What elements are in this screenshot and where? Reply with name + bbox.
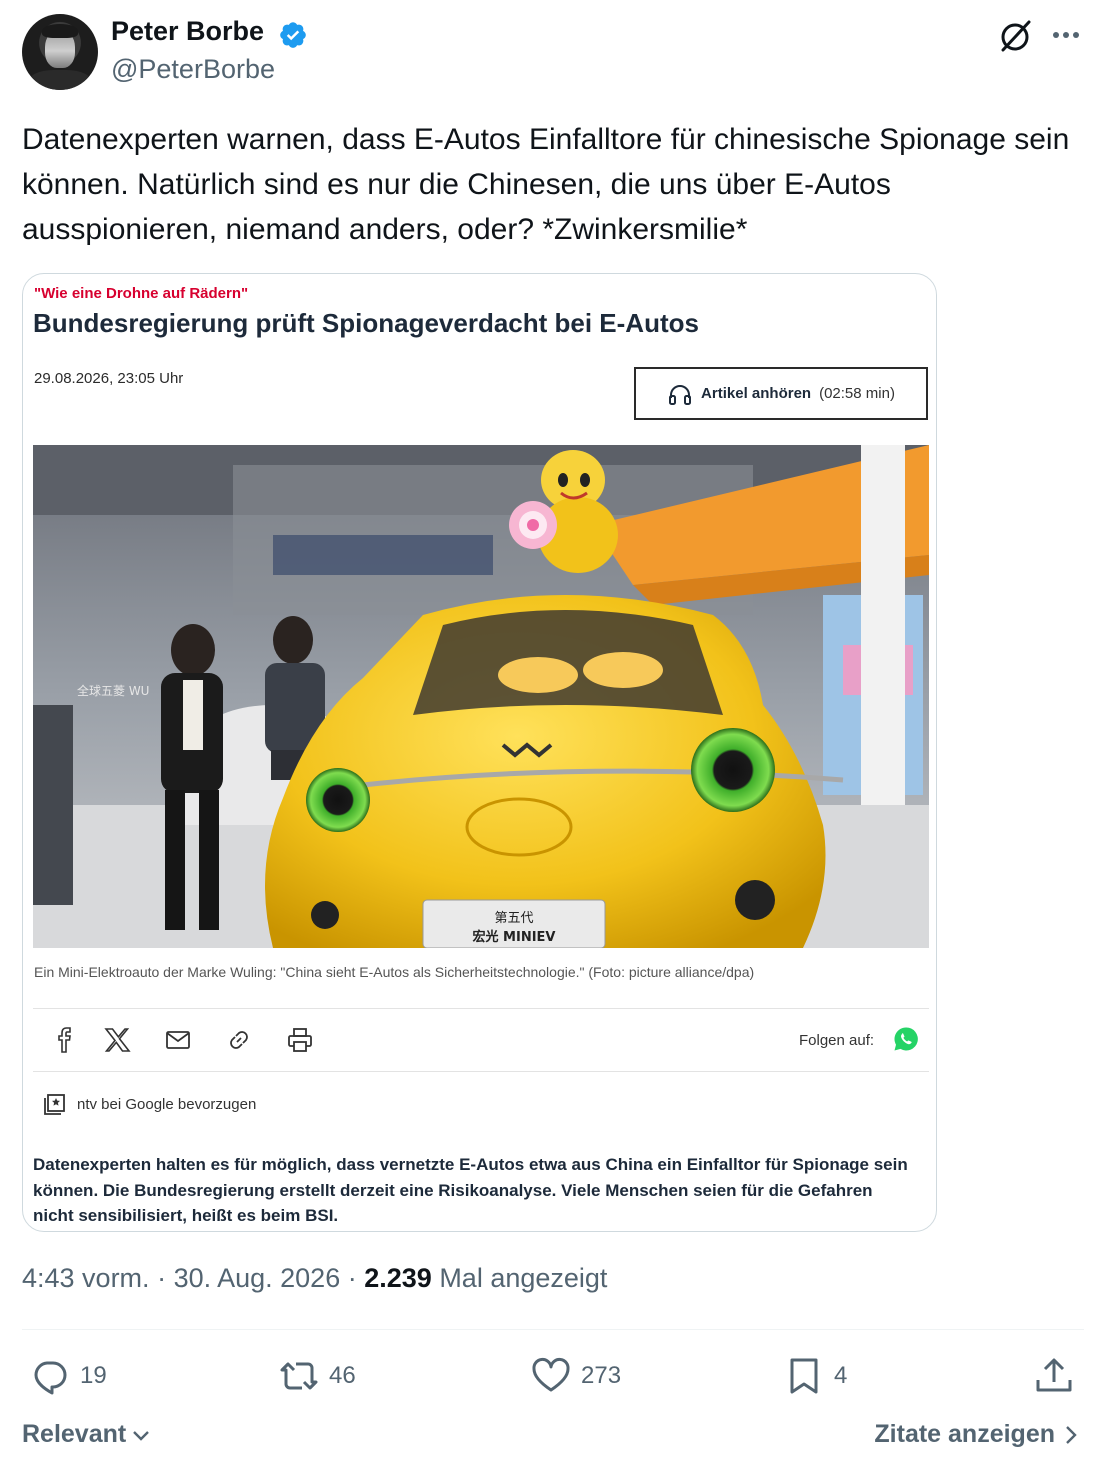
sort-relevant-button[interactable]: Relevant bbox=[22, 1420, 152, 1449]
article-photo[interactable]: 第五代 宏光 MINIEV 全球五菱 WU bbox=[33, 445, 929, 948]
verified-badge-icon bbox=[280, 22, 306, 48]
like-button[interactable]: 273 bbox=[531, 1354, 621, 1398]
plate-bottom-text: 宏光 MINIEV bbox=[473, 929, 556, 945]
tweet-date[interactable]: 30. Aug. 2026 bbox=[174, 1263, 341, 1293]
google-preference[interactable]: ntv bei Google bevorzugen bbox=[43, 1092, 256, 1116]
google-preference-label: ntv bei Google bevorzugen bbox=[77, 1095, 257, 1113]
share-icon[interactable] bbox=[1034, 1356, 1074, 1396]
article-card[interactable]: "Wie eine Drohne auf Rädern" Bundesregie… bbox=[22, 273, 937, 1232]
listen-label: Artikel anhören bbox=[701, 385, 812, 402]
divider bbox=[22, 1329, 1084, 1330]
divider bbox=[33, 1071, 929, 1072]
bookmark-icon bbox=[790, 1358, 818, 1394]
reply-icon bbox=[34, 1361, 67, 1395]
avatar-shirt bbox=[28, 70, 92, 90]
chevron-down-icon bbox=[133, 1430, 150, 1441]
link-icon[interactable] bbox=[225, 1026, 253, 1054]
share-row: Folgen auf: bbox=[33, 1022, 929, 1058]
article-date: 29.08.2026, 23:05 Uhr bbox=[34, 370, 184, 387]
repost-button[interactable]: 46 bbox=[279, 1354, 356, 1398]
bookmark-count: 4 bbox=[834, 1362, 848, 1389]
tweet-meta: 4:43 vorm. · 30. Aug. 2026 · 2.239 Mal a… bbox=[22, 1263, 608, 1293]
avatar-hair bbox=[42, 24, 78, 38]
listen-duration: (02:58 min) bbox=[819, 385, 895, 402]
photo-sign-text: 全球五菱 WU bbox=[77, 683, 149, 698]
reply-count: 19 bbox=[80, 1362, 107, 1389]
sort-label: Relevant bbox=[22, 1420, 127, 1448]
divider bbox=[33, 1008, 929, 1009]
whatsapp-icon[interactable] bbox=[893, 1026, 919, 1052]
bookmark-button[interactable]: 4 bbox=[784, 1354, 847, 1398]
like-icon bbox=[532, 1358, 570, 1392]
x-icon[interactable] bbox=[103, 1026, 131, 1054]
tweet-text: Datenexperten warnen, dass E-Autos Einfa… bbox=[22, 123, 1070, 246]
listen-button[interactable]: Artikel anhören (02:58 min) bbox=[634, 367, 928, 420]
view-label: Mal angezeigt bbox=[439, 1263, 608, 1293]
repost-icon bbox=[280, 1362, 318, 1390]
bookmark-plus-icon bbox=[44, 1094, 65, 1115]
more-icon[interactable] bbox=[1049, 22, 1083, 48]
tweet-time[interactable]: 4:43 vorm. bbox=[22, 1263, 150, 1293]
article-teaser: Datenexperten halten es für möglich, das… bbox=[33, 1155, 908, 1225]
reply-button[interactable]: 19 bbox=[30, 1354, 107, 1398]
author-handle[interactable]: @PeterBorbe bbox=[111, 54, 275, 85]
quotes-label: Zitate anzeigen bbox=[874, 1420, 1055, 1448]
facebook-icon[interactable] bbox=[51, 1026, 79, 1054]
article-kicker: "Wie eine Drohne auf Rädern" bbox=[34, 285, 249, 302]
article-headline: Bundesregierung prüft Spionageverdacht b… bbox=[33, 308, 699, 338]
follow-label: Folgen auf: bbox=[799, 1032, 875, 1049]
chevron-right-icon bbox=[1066, 1425, 1077, 1444]
plate-top-text: 第五代 bbox=[494, 911, 533, 926]
photo-caption: Ein Mini-Elektroauto der Marke Wuling: "… bbox=[34, 964, 755, 980]
like-count: 273 bbox=[581, 1362, 622, 1389]
mail-icon[interactable] bbox=[164, 1026, 192, 1054]
headphones-icon bbox=[669, 384, 692, 405]
grok-icon[interactable] bbox=[998, 18, 1034, 54]
avatar[interactable] bbox=[22, 14, 98, 90]
view-count: 2.239 bbox=[364, 1263, 432, 1293]
repost-count: 46 bbox=[329, 1362, 356, 1389]
print-icon[interactable] bbox=[286, 1026, 314, 1054]
view-quotes-link[interactable]: Zitate anzeigen bbox=[874, 1420, 1079, 1449]
author-name[interactable]: Peter Borbe bbox=[111, 16, 264, 47]
